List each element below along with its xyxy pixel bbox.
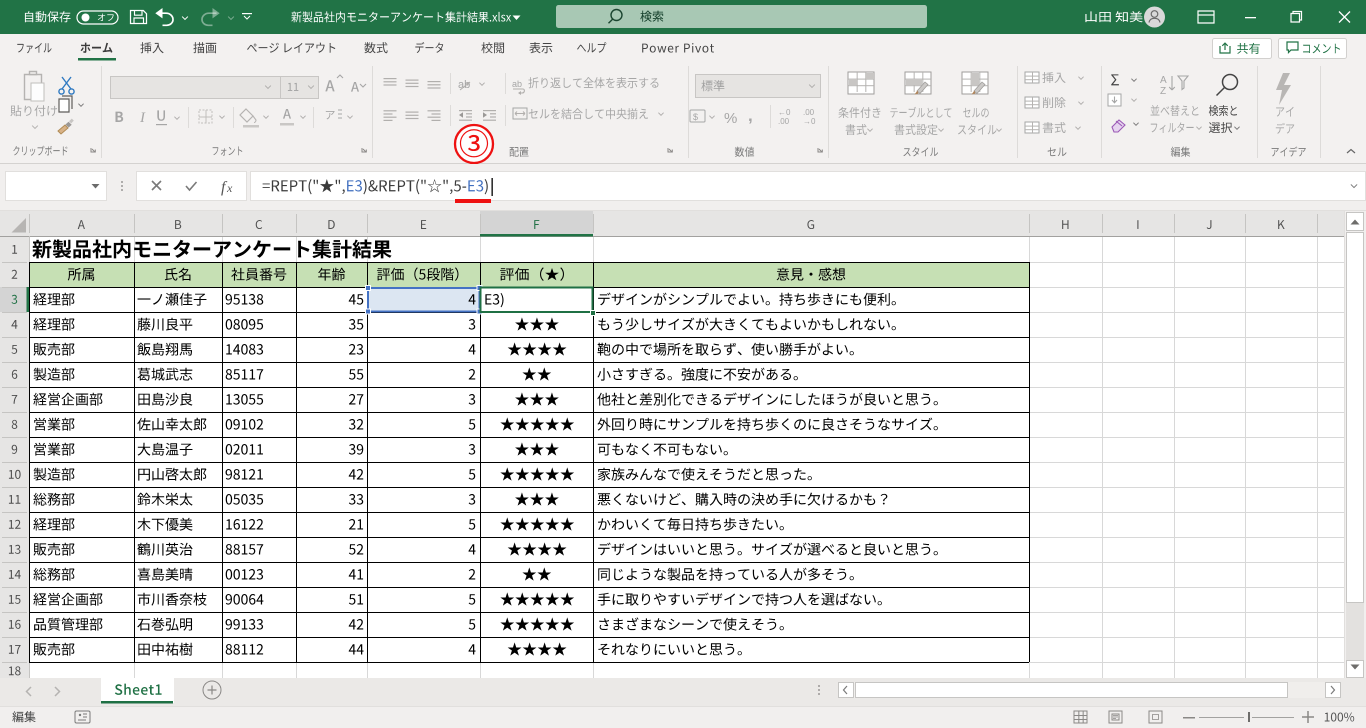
svg-text:←0: ←0 (778, 108, 791, 117)
svg-text:Z: Z (1160, 86, 1166, 97)
svg-text:A: A (1160, 75, 1167, 86)
svg-text:→0: →0 (803, 117, 816, 126)
svg-text:.00: .00 (803, 108, 815, 117)
svg-text:,: , (748, 106, 753, 125)
svg-text:%: % (724, 110, 737, 127)
svg-text:ab: ab (458, 79, 470, 91)
svg-text:I: I (139, 110, 146, 126)
svg-text:.00: .00 (778, 117, 790, 126)
svg-text:$: $ (693, 112, 698, 122)
svg-text:x: x (226, 181, 233, 195)
svg-text:ab: ab (512, 79, 522, 89)
